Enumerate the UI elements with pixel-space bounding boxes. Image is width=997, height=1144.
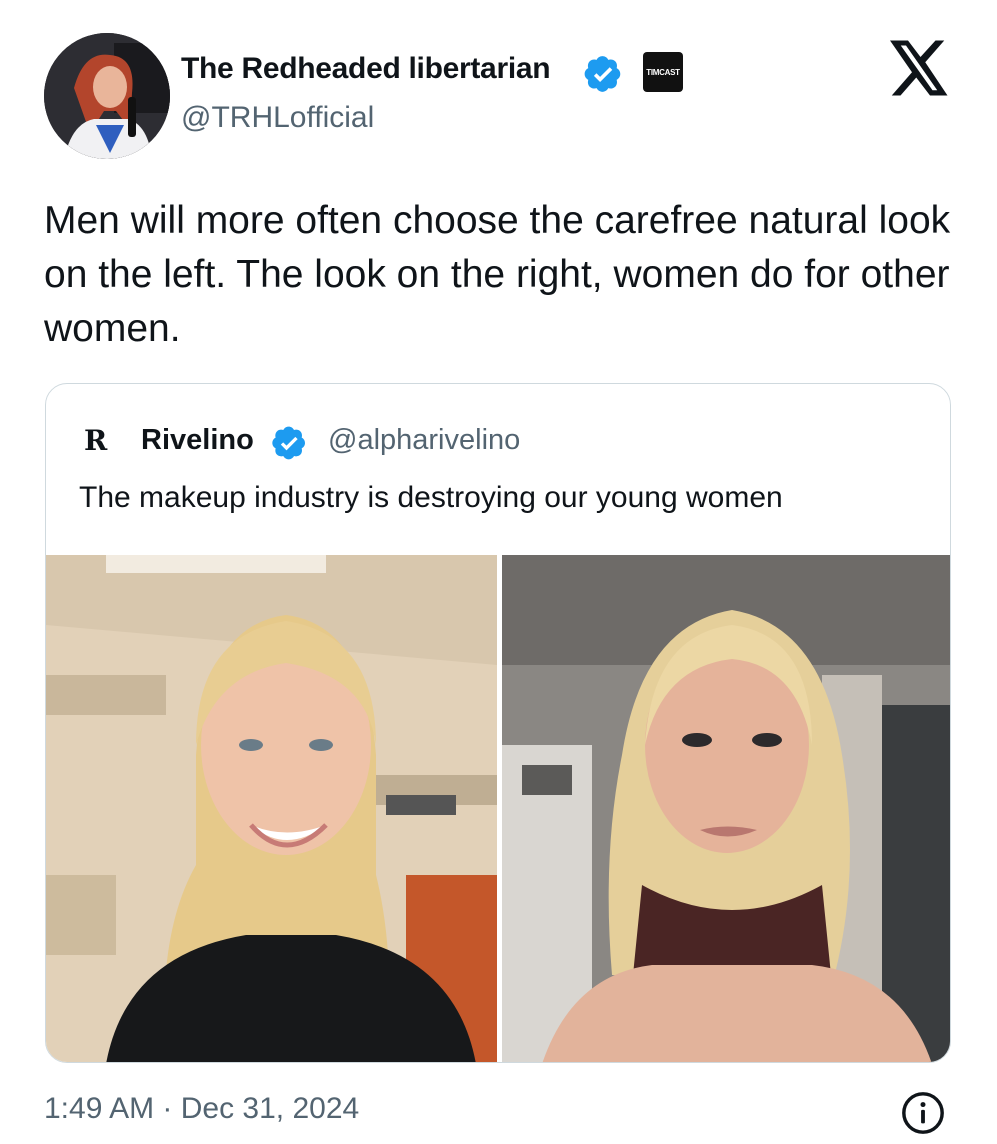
tweet-text: Men will more often choose the carefree … [44,199,951,350]
quoted-tweet[interactable]: R Rivelino @alpharivelino The makeup ind… [45,383,951,1063]
quoted-tweet-text: The makeup industry is destroying our yo… [79,481,783,514]
author-avatar[interactable] [44,33,170,159]
quoted-author-name[interactable]: Rivelino [141,424,254,457]
quoted-author-logo: R [84,424,107,457]
tweet-card: The Redheaded libertarian TIMCAST @TRHLo… [0,0,997,1144]
quoted-photo-right[interactable] [502,555,950,1062]
x-logo-icon [890,40,948,96]
quoted-photo-left[interactable] [46,555,497,1062]
verified-badge-icon [584,56,621,92]
author-name[interactable]: The Redheaded libertarian [181,52,551,86]
affiliation-badge[interactable]: TIMCAST [643,52,683,92]
tweet-timestamp[interactable]: 1:49 AM · Dec 31, 2024 [44,1092,359,1126]
author-handle[interactable]: @TRHLofficial [181,101,374,135]
verified-badge-icon [272,426,305,460]
quoted-author-handle[interactable]: @alpharivelino [328,424,520,457]
info-icon[interactable] [900,1090,946,1136]
